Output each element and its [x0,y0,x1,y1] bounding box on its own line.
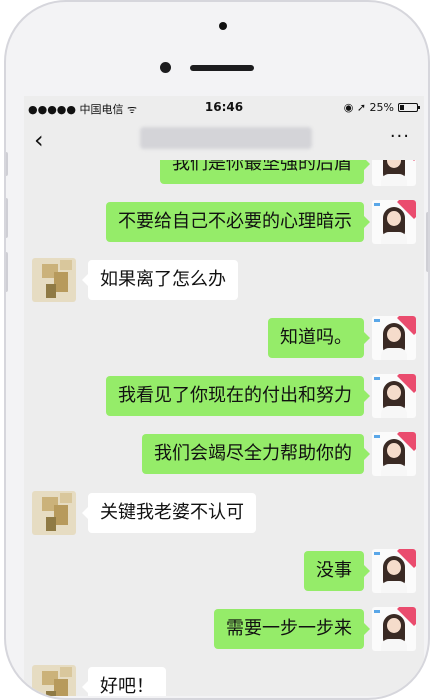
phone-frame: ●●●●● 中国电信 ᯤ 16:46 ◉ ➚ 25% ‹ ··· 我们是你最坚强… [4,0,430,700]
sent-message-bubble[interactable]: 不要给自己不必要的心理暗示 [106,202,370,242]
my-avatar[interactable] [372,432,416,476]
message-row: 我看见了你现在的付出和努力 [24,372,424,418]
front-camera [160,62,171,73]
contact-avatar-pixelated[interactable] [32,258,76,302]
mute-switch [6,152,8,176]
battery-icon [398,103,420,112]
received-message-bubble[interactable]: 如果离了怎么办 [82,260,238,300]
received-message-bubble[interactable]: 关键我老婆不认可 [82,493,256,533]
message-row: 不要给自己不必要的心理暗示 [24,198,424,244]
earpiece-speaker [190,65,254,71]
message-list[interactable]: 我们是你最坚强的后盾 不要给自己不必要的心理暗示 如果离了怎么办 知道吗。 我看… [24,160,424,696]
sent-message-bubble[interactable]: 我看见了你现在的付出和努力 [106,376,370,416]
sent-message-bubble[interactable]: 没事 [304,551,370,591]
my-avatar[interactable] [372,160,416,186]
status-right: ◉ ➚ 25% [343,101,420,114]
status-indicators: ◉ ➚ 25% [343,101,394,114]
chat-screen: ●●●●● 中国电信 ᯤ 16:46 ◉ ➚ 25% ‹ ··· 我们是你最坚强… [24,96,424,696]
volume-up-button [6,198,8,238]
chat-title-obscured [140,127,312,149]
my-avatar[interactable] [372,374,416,418]
sent-message-bubble[interactable]: 需要一步一步来 [214,609,370,649]
power-button [426,212,428,272]
my-avatar[interactable] [372,316,416,360]
volume-down-button [6,252,8,292]
contact-avatar-pixelated[interactable] [32,491,76,535]
message-row: 我们会竭尽全力帮助你的 [24,430,424,476]
message-row: 好吧！ [24,663,424,696]
front-sensor [219,22,227,30]
message-row: 需要一步一步来 [24,605,424,651]
my-avatar[interactable] [372,607,416,651]
chat-header: ‹ ··· [24,120,424,160]
back-chevron-icon[interactable]: ‹ [34,122,44,158]
message-row: 知道吗。 [24,314,424,360]
contact-avatar-pixelated[interactable] [32,665,76,696]
sent-message-bubble[interactable]: 知道吗。 [268,318,370,358]
more-options-icon[interactable]: ··· [390,126,410,147]
message-row: 我们是你最坚强的后盾 [24,160,424,186]
my-avatar[interactable] [372,549,416,593]
message-row: 关键我老婆不认可 [24,489,424,535]
message-row: 没事 [24,547,424,593]
status-bar: ●●●●● 中国电信 ᯤ 16:46 ◉ ➚ 25% [24,96,424,120]
message-row: 如果离了怎么办 [24,256,424,302]
sent-message-bubble[interactable]: 我们是你最坚强的后盾 [160,160,370,184]
my-avatar[interactable] [372,200,416,244]
sent-message-bubble[interactable]: 我们会竭尽全力帮助你的 [142,434,370,474]
